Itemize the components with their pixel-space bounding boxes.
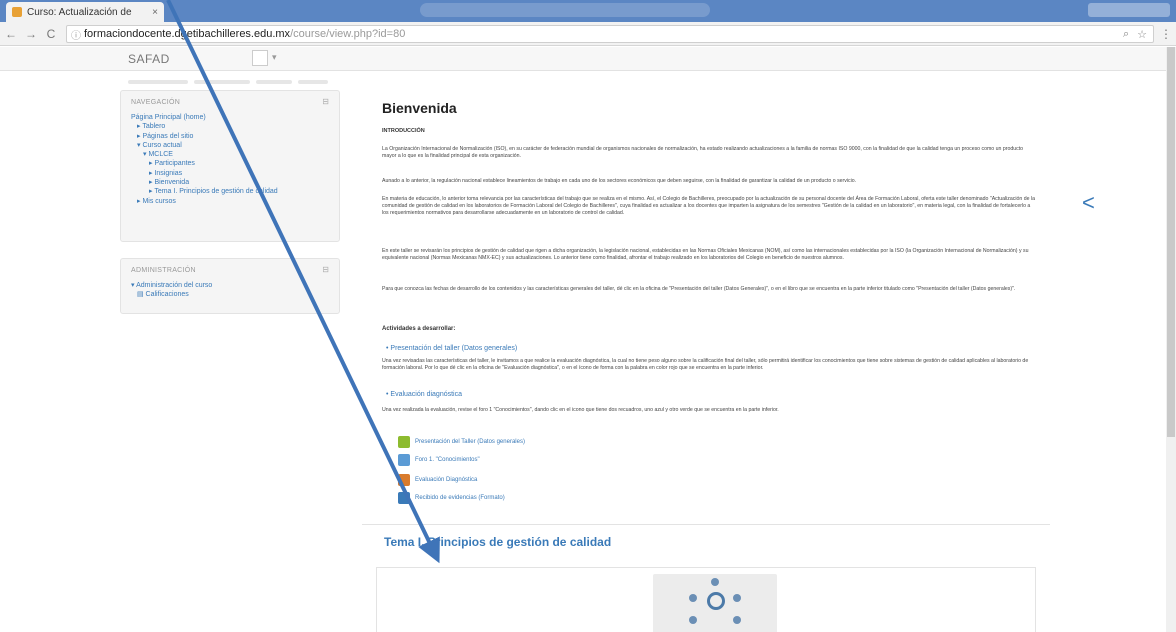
resource-icon[interactable] — [398, 454, 410, 466]
emblem-dot-icon — [733, 594, 741, 602]
bullet-presentation[interactable]: • Presentación del taller (Datos general… — [386, 345, 517, 352]
zoom-icon[interactable]: ⌕ — [1123, 28, 1129, 41]
paragraph-4: En este taller se revisarán los principi… — [382, 248, 1029, 262]
quality-emblem-icon — [707, 592, 725, 610]
resource-link[interactable]: Recibido de evidencias (Formato) — [398, 492, 505, 504]
emblem-dot-icon — [711, 578, 719, 586]
administration-tree: ▾ Administración del curso ▤ Calificacion… — [131, 281, 212, 300]
url-host: formaciondocente.dgetibachilleres.edu.mx — [84, 28, 291, 40]
nav-item[interactable]: ▸ Participantes — [131, 159, 278, 168]
reload-button[interactable]: C — [42, 25, 60, 43]
breadcrumb-item[interactable] — [298, 80, 328, 84]
resource-label[interactable]: Presentación del Taller (Datos generales… — [415, 439, 525, 445]
nav-item[interactable]: ▸ Tema I. Principios de gestión de calid… — [131, 187, 278, 196]
breadcrumb-item[interactable] — [128, 80, 188, 84]
site-brand[interactable]: SAFAD — [128, 52, 170, 66]
navigation-block: NAVEGACIÓN ⊟ Página Principal (home) ▸ Ta… — [120, 90, 340, 242]
breadcrumb-item[interactable] — [256, 80, 292, 84]
nav-item[interactable]: ▸ Insignias — [131, 169, 278, 178]
block-collapse-icon[interactable]: ⊟ — [322, 265, 329, 274]
paragraph-1: La Organización Internacional de Normali… — [382, 146, 1024, 160]
browser-toolbar: ← → C ⓘ formaciondocente.dgetibachillere… — [0, 22, 1176, 46]
topic-section: Tema I. Principios de gestión de calidad — [362, 524, 1050, 632]
nav-item[interactable]: ▸ Bienvenida — [131, 178, 278, 187]
user-menu-caret-icon[interactable]: ▾ — [272, 52, 277, 63]
resource-link[interactable]: Presentación del Taller (Datos generales… — [398, 436, 525, 448]
favicon-icon — [12, 7, 22, 17]
block-collapse-icon[interactable]: ⊟ — [322, 97, 329, 106]
paragraph-3: En materia de educación, lo anterior tom… — [382, 196, 1035, 217]
tab-close-icon[interactable]: × — [152, 7, 158, 18]
navigation-tree: Página Principal (home) ▸ Tablero ▸ Página… — [131, 113, 278, 206]
breadcrumb — [128, 71, 338, 84]
page-title: Bienvenida — [382, 100, 457, 116]
navigation-block-title: NAVEGACIÓN — [131, 99, 181, 106]
resource-icon[interactable] — [398, 492, 410, 504]
bullet-diagnostic-text: Una vez realizada la evaluación, revise … — [382, 407, 779, 413]
resource-icon[interactable] — [398, 436, 410, 448]
resource-link[interactable]: Foro 1. "Conocimientos" — [398, 454, 480, 466]
browser-menu-icon[interactable]: ⋮ — [1160, 27, 1172, 41]
nav-item[interactable]: ▸ Tablero — [131, 122, 278, 131]
bullet-presentation-text: Una vez revisadas las características de… — [382, 358, 1029, 372]
forward-button[interactable]: → — [22, 25, 40, 43]
resource-label[interactable]: Recibido de evidencias (Formato) — [415, 495, 505, 501]
page-scrollbar[interactable] — [1166, 47, 1176, 632]
paragraph-5: Para que conozca las fechas de desarroll… — [382, 286, 1016, 292]
tab-title: Curso: Actualización de — [27, 6, 132, 18]
emblem-dot-icon — [689, 616, 697, 624]
scrollbar-thumb[interactable] — [1167, 47, 1175, 437]
browser-tab-strip: Curso: Actualización de × — [0, 0, 1176, 22]
info-icon[interactable]: ⓘ — [71, 27, 81, 42]
admin-item[interactable]: ▾ Administración del curso — [131, 281, 212, 290]
resource-label[interactable]: Foro 1. "Conocimientos" — [415, 457, 480, 463]
breadcrumb-item[interactable] — [194, 80, 250, 84]
bullet-diagnostic[interactable]: • Evaluación diagnóstica — [386, 391, 462, 398]
intro-heading: INTRODUCCIÓN — [382, 128, 425, 134]
emblem-dot-icon — [733, 616, 741, 624]
avatar[interactable] — [252, 50, 268, 66]
emblem-dot-icon — [689, 594, 697, 602]
activities-heading: Actividades a desarrollar: — [382, 326, 456, 332]
side-arrow: < — [1082, 190, 1095, 215]
topic-title: Tema I. Principios de gestión de calidad — [384, 535, 612, 549]
url-path: /course/view.php?id=80 — [290, 28, 406, 40]
bullet-presentation-title[interactable]: Presentación del taller (Datos generales… — [390, 345, 517, 352]
browser-tab[interactable]: Curso: Actualización de × — [6, 2, 164, 22]
site-header: SAFAD ▾ — [0, 47, 1176, 71]
bookmark-star-icon[interactable]: ☆ — [1137, 28, 1147, 41]
bullet-diagnostic-title[interactable]: Evaluación diagnóstica — [390, 391, 462, 398]
nav-item[interactable]: Página Principal (home) — [131, 113, 278, 122]
nav-item[interactable]: ▾ Curso actual — [131, 141, 278, 150]
screen: Curso: Actualización de × ← → C ⓘ formac… — [0, 0, 1176, 632]
nav-item[interactable]: ▸ Páginas del sitio — [131, 132, 278, 141]
resource-label[interactable]: Evaluación Diagnóstica — [415, 477, 477, 483]
topic-banner-image — [653, 574, 777, 632]
nav-item[interactable]: ▸ Mis cursos — [131, 197, 278, 206]
address-bar[interactable]: ⓘ formaciondocente.dgetibachilleres.edu.… — [66, 25, 1154, 43]
resource-icon[interactable] — [398, 474, 410, 486]
topic-frame — [376, 567, 1036, 632]
administration-block-title: ADMINISTRACIÓN — [131, 267, 196, 274]
admin-item[interactable]: ▤ Calificaciones — [131, 290, 212, 299]
resource-link[interactable]: Evaluación Diagnóstica — [398, 474, 477, 486]
nav-item[interactable]: ▾ MCLCE — [131, 150, 278, 159]
back-button[interactable]: ← — [2, 25, 20, 43]
administration-block: ADMINISTRACIÓN ⊟ ▾ Administración del cu… — [120, 258, 340, 314]
paragraph-2: Aunado a lo anterior, la regulación naci… — [382, 178, 857, 184]
